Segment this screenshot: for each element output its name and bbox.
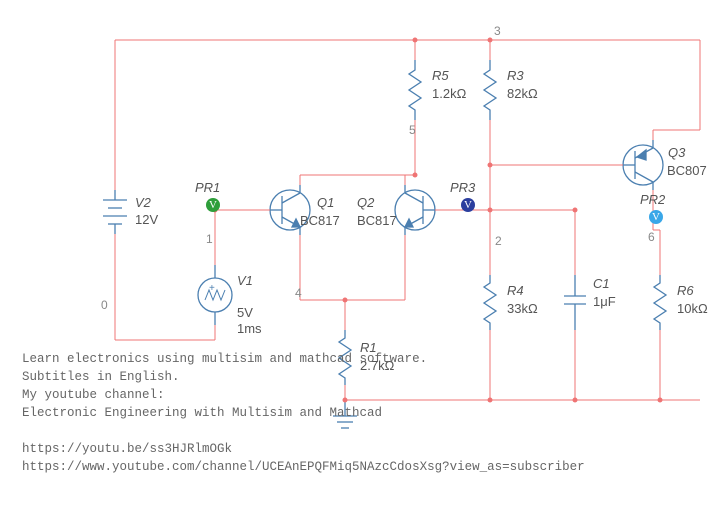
label-r5-ref: R5 [432,68,449,83]
footer-text: Learn electronics using multisim and mat… [22,350,585,476]
label-v1-val2: 1ms [237,321,262,336]
label-q3-val: BC807 [667,163,707,178]
label-pr1: PR1 [195,180,220,195]
resistor-r4 [484,275,496,330]
label-c1-val: 1μF [593,294,616,309]
node-6: 6 [648,230,655,244]
capacitor-c1 [564,275,586,330]
resistor-r3 [484,60,496,120]
label-v1-val1: 5V [237,305,253,320]
label-r3-ref: R3 [507,68,524,83]
node-2: 2 [495,234,502,248]
probe-pr2: V [649,210,663,224]
resistor-r5 [409,60,421,120]
label-q2-val: BC817 [357,213,397,228]
npn-q2 [395,185,435,235]
label-r3-val: 82kΩ [507,86,538,101]
label-c1-ref: C1 [593,276,610,291]
node-3: 3 [494,24,501,38]
label-v2-ref: V2 [135,195,151,210]
label-r6-ref: R6 [677,283,694,298]
label-r4-val: 33kΩ [507,301,538,316]
pnp-q3 [623,140,663,190]
dc-source-v2 [103,190,127,234]
label-v1-ref: V1 [237,273,253,288]
node-0: 0 [101,298,108,312]
label-r4-ref: R4 [507,283,524,298]
label-pr2: PR2 [640,192,665,207]
label-v2-val: 12V [135,212,158,227]
pulse-source-v1: + [198,265,232,325]
label-q1-ref: Q1 [317,195,334,210]
resistor-r6 [654,275,666,330]
node-4: 4 [295,286,302,300]
node-5: 5 [409,123,416,137]
label-r5-val: 1.2kΩ [432,86,466,101]
probe-pr3: V [461,198,475,212]
label-r6-val: 10kΩ [677,301,708,316]
label-pr3: PR3 [450,180,475,195]
label-q3-ref: Q3 [668,145,685,160]
label-q1-val: BC817 [300,213,340,228]
net-wires [115,40,700,400]
node-1: 1 [206,232,213,246]
label-q2-ref: Q2 [357,195,374,210]
probe-pr1: V [206,198,220,212]
